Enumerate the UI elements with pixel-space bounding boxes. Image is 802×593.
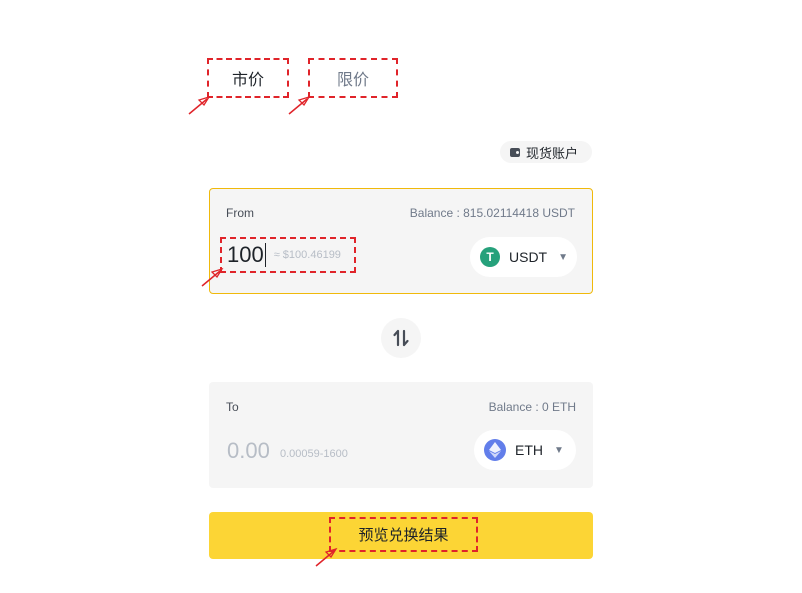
- swap-arrows-icon: [393, 329, 409, 347]
- spot-account-button[interactable]: 现货账户: [500, 141, 592, 163]
- from-balance: Balance : 815.02114418 USDT: [409, 206, 575, 220]
- usdt-icon: T: [480, 247, 500, 267]
- chevron-down-icon: ▼: [554, 444, 564, 456]
- to-label: To: [226, 400, 239, 414]
- to-amount-range: 0.00059-1600: [280, 448, 348, 460]
- tab-limit[interactable]: 限价: [308, 58, 398, 98]
- to-coin-label: ETH: [515, 442, 543, 458]
- to-coin-selector[interactable]: ETH ▼: [474, 430, 576, 470]
- text-caret: [264, 243, 266, 267]
- swap-direction-button[interactable]: [381, 318, 421, 358]
- tab-limit-label: 限价: [336, 72, 369, 89]
- annotation-arrow-icon: [201, 267, 224, 287]
- tab-market[interactable]: 市价: [207, 58, 289, 98]
- from-panel: From Balance : 815.02114418 USDT 100 ≈ $…: [209, 188, 593, 294]
- preview-conversion-label-box: 预览兑换结果: [329, 517, 478, 552]
- from-label: From: [226, 206, 254, 220]
- annotation-arrow-icon: [288, 95, 311, 115]
- preview-conversion-label: 预览兑换结果: [358, 527, 449, 544]
- spot-account-label: 现货账户: [526, 145, 579, 161]
- preview-conversion-button[interactable]: 预览兑换结果: [209, 512, 593, 559]
- wallet-icon: [510, 147, 520, 157]
- chevron-down-icon: ▼: [558, 251, 569, 263]
- from-amount-input[interactable]: 100 ≈ $100.46199: [220, 237, 356, 273]
- to-panel: To Balance : 0 ETH 0.00 0.00059-1600 ETH…: [209, 382, 593, 488]
- to-amount-input[interactable]: 0.00: [227, 438, 270, 464]
- tab-market-label: 市价: [231, 72, 264, 89]
- from-amount-value: 100: [227, 242, 264, 267]
- annotation-arrow-icon: [188, 95, 211, 115]
- annotation-arrow-icon: [315, 547, 338, 567]
- from-usd-estimate: ≈ $100.46199: [273, 249, 341, 261]
- from-coin-label: USDT: [509, 249, 548, 265]
- from-coin-selector[interactable]: T USDT ▼: [470, 237, 577, 277]
- eth-icon: [484, 439, 506, 461]
- to-balance: Balance : 0 ETH: [488, 400, 576, 414]
